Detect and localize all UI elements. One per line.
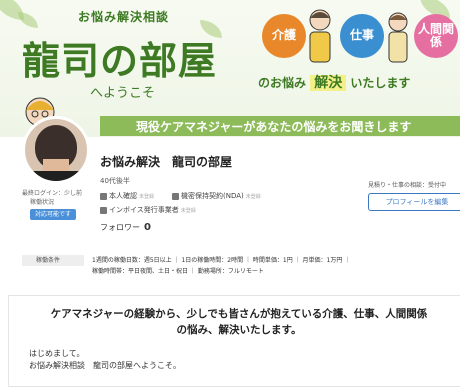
available-badge: 対応可能です (30, 209, 77, 220)
banner-title: 龍司の部屋 (22, 38, 218, 83)
document-icon (100, 206, 107, 214)
intro-title: ケアマネジャーの経験から、少しでも皆さんが抱えている介護、仕事、人間関係 の悩み… (50, 308, 428, 337)
profile-banner: お悩み解決相談 龍司の部屋 へようこそ 介護 仕事 人間関係 のお悩み 解決 い… (0, 0, 460, 137)
availability-status-label: 稼働状況 (30, 199, 55, 206)
character-illustration (388, 12, 408, 63)
edit-profile-button[interactable]: プロフィールを編集 (368, 193, 460, 211)
conditions-line: 1週間の稼働日数：週5日以上 ｜ 1日の稼働時間：2時間 ｜ 時間単価：1円 ｜… (92, 257, 351, 264)
leaf-decoration (18, 12, 38, 28)
avatar (22, 116, 90, 184)
intro-message-box: ケアマネジャーの経験から、少しでも皆さんが抱えている介護、仕事、人間関係 の悩み… (8, 295, 460, 387)
profile-name: お悩み解決 龍司の部屋 (100, 155, 233, 169)
intro-greeting: はじめまして。 (29, 349, 85, 358)
topic-circle-relations: 人間関係 (414, 14, 458, 58)
character-illustration (309, 9, 331, 63)
worry-tagline: のお悩み 解決 いたします (258, 72, 410, 92)
banner-strip: 現役ケアマネジャーがあなたの悩みをお聞きします (100, 116, 460, 136)
banner-subtitle: お悩み解決相談 (78, 10, 170, 24)
banner-welcome: へようこそ (90, 86, 156, 101)
id-icon (100, 192, 107, 200)
conditions-label: 稼働条件 (22, 255, 84, 266)
estimate-status: 見積り・仕事の相談：受付中 (368, 182, 447, 189)
follower-count[interactable]: フォロワー 0 (100, 222, 151, 233)
worry-highlight: 解決 (310, 75, 347, 91)
topic-circle-work: 仕事 (340, 14, 384, 58)
conditions-line: 稼働時間帯：平日夜間、土日・祝日 ｜ 勤務場所：フルリモート (92, 268, 264, 275)
verify-identity: 本人確認 未登録 (100, 191, 154, 201)
profile-age: 40代後半 (100, 177, 130, 185)
worry-pre: のお悩み (258, 76, 307, 90)
verify-invoice: インボイス発行事業者 未登録 (100, 205, 196, 215)
intro-text: お悩み解決相談 龍司の部屋へようこそ。 (29, 361, 181, 370)
lock-icon (172, 192, 179, 200)
worry-post: いたします (350, 76, 411, 90)
verify-nda: 機密保持契約(NDA) 未登録 (172, 191, 261, 201)
last-login: 最終ログイン：少し前 (22, 190, 83, 197)
